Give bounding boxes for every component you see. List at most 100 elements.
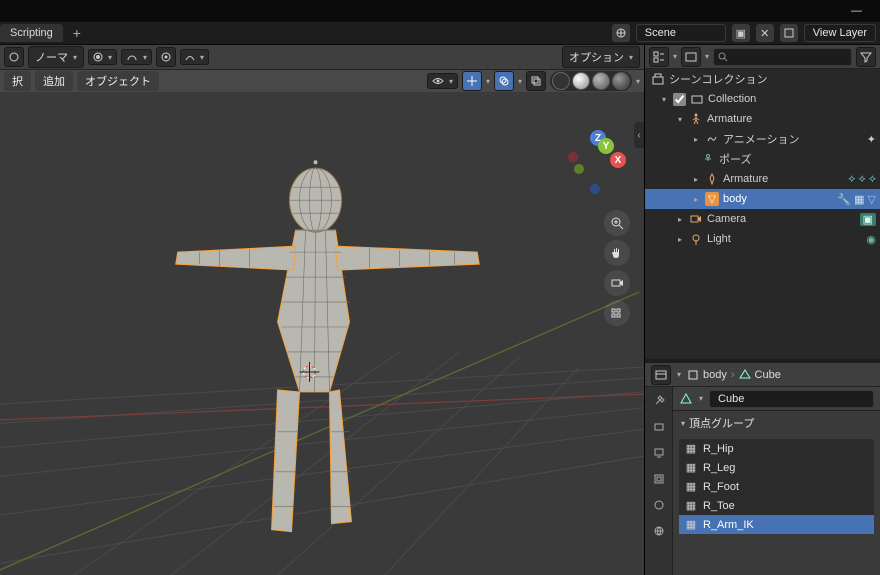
- viewport-canvas: [0, 92, 644, 575]
- mesh-data-icon[interactable]: ▽: [868, 193, 876, 206]
- options-dropdown[interactable]: オプション: [562, 46, 640, 68]
- action-icon[interactable]: ✦: [867, 133, 876, 146]
- gizmo-neg-y[interactable]: [574, 164, 584, 174]
- object-menu[interactable]: オブジェクト: [77, 71, 159, 91]
- mesh-data-icon: [679, 392, 693, 406]
- tree-label: シーンコレクション: [669, 71, 767, 87]
- tree-animation[interactable]: ▸ アニメーション ✦: [645, 129, 880, 149]
- pan-button[interactable]: [604, 240, 630, 266]
- editor-type-icon[interactable]: [4, 47, 24, 67]
- xray-toggle[interactable]: [526, 71, 546, 91]
- disclosure-icon[interactable]: ▸: [691, 195, 701, 204]
- vertex-group-icon: ▦: [685, 480, 697, 493]
- nav-gizmo[interactable]: Z Y X: [568, 130, 626, 188]
- minimize-button[interactable]: —: [843, 5, 870, 17]
- proportional-edit-button[interactable]: [156, 47, 176, 67]
- overlay-toggle[interactable]: [494, 71, 514, 91]
- tab-tool[interactable]: [649, 391, 669, 411]
- gizmo-x-axis[interactable]: X: [610, 152, 626, 168]
- viewlayer-name-field[interactable]: View Layer: [804, 24, 876, 42]
- tree-label: Collection: [708, 93, 756, 105]
- vertex-groups-icon[interactable]: ▦: [854, 193, 864, 206]
- breadcrumb-object[interactable]: body: [703, 369, 727, 381]
- shading-wireframe[interactable]: [552, 72, 570, 90]
- disclosure-icon[interactable]: ▸: [691, 135, 701, 144]
- add-menu[interactable]: 追加: [35, 71, 73, 91]
- tree-armature[interactable]: ▾ Armature: [645, 109, 880, 129]
- breadcrumb-data-icon: [739, 369, 751, 381]
- tree-body[interactable]: ▸ ▽ body 🔧 ▦ ▽: [645, 189, 880, 209]
- select-menu[interactable]: 択: [4, 71, 31, 91]
- vertex-group-item[interactable]: ▦R_Leg: [679, 458, 874, 477]
- bone-icon[interactable]: ⟡: [869, 173, 876, 186]
- tab-scene[interactable]: [649, 495, 669, 515]
- gizmo-neg-z[interactable]: [590, 184, 600, 194]
- camera-view-button[interactable]: [604, 270, 630, 296]
- outliner-display-icon[interactable]: [681, 47, 701, 67]
- outliner-filter-icon[interactable]: [856, 47, 876, 67]
- tree-pose[interactable]: ポーズ: [645, 149, 880, 169]
- tree-collection[interactable]: ▾ Collection: [645, 89, 880, 109]
- tree-label: Camera: [707, 213, 746, 225]
- tab-render[interactable]: [649, 417, 669, 437]
- pivot-dropdown[interactable]: [88, 49, 117, 65]
- light-data-icon[interactable]: ◉: [866, 233, 876, 246]
- orientation-dropdown[interactable]: ノーマ: [28, 46, 84, 68]
- disclosure-icon[interactable]: ▸: [691, 175, 701, 184]
- scene-controls: Scene ▣ ✕ View Layer: [612, 24, 876, 42]
- gizmo-y-axis[interactable]: Y: [598, 138, 614, 154]
- scene-name-field[interactable]: Scene: [636, 24, 726, 42]
- vertex-group-icon: ▦: [685, 461, 697, 474]
- disclosure-icon[interactable]: ▸: [675, 215, 685, 224]
- tab-viewlayer[interactable]: [649, 469, 669, 489]
- shading-rendered[interactable]: [612, 72, 630, 90]
- shading-mode-group: [550, 71, 632, 91]
- shading-matpreview[interactable]: [592, 72, 610, 90]
- armature-data-icon: [705, 172, 719, 186]
- bone-icon[interactable]: ⟡: [858, 173, 865, 186]
- mesh-name-field[interactable]: Cube: [709, 390, 874, 408]
- scene-delete-icon[interactable]: ✕: [756, 24, 774, 42]
- breadcrumb-object-icon: [687, 369, 699, 381]
- armature-icon: [689, 112, 703, 126]
- bone-icon[interactable]: ⟡: [848, 173, 855, 186]
- workspace-tab-scripting[interactable]: Scripting: [0, 24, 63, 42]
- disclosure-icon[interactable]: ▾: [675, 115, 685, 124]
- tree-scene-collection[interactable]: シーンコレクション: [645, 69, 880, 89]
- outliner-search-input[interactable]: [713, 48, 852, 66]
- workspace-add-button[interactable]: +: [67, 25, 87, 41]
- collection-checkbox[interactable]: [673, 93, 686, 106]
- vertex-group-item[interactable]: ▦R_Hip: [679, 439, 874, 458]
- visibility-dropdown[interactable]: [427, 73, 458, 89]
- tree-armature-data[interactable]: ▸ Armature ⟡ ⟡ ⟡: [645, 169, 880, 189]
- viewlayer-browse-icon[interactable]: [780, 24, 798, 42]
- camera-data-icon[interactable]: ▣: [860, 213, 876, 226]
- disclosure-icon[interactable]: ▾: [659, 95, 669, 104]
- proportional-falloff-dropdown[interactable]: [180, 49, 209, 65]
- tab-world[interactable]: [649, 521, 669, 541]
- scene-browse-icon[interactable]: [612, 24, 630, 42]
- scene-copy-icon[interactable]: ▣: [732, 24, 750, 42]
- snap-dropdown[interactable]: [121, 49, 152, 65]
- shading-solid[interactable]: [572, 72, 590, 90]
- perspective-toggle-button[interactable]: [604, 300, 630, 326]
- n-panel-toggle[interactable]: ‹: [634, 122, 644, 148]
- modifier-icon[interactable]: 🔧: [837, 193, 851, 206]
- tree-camera[interactable]: ▸ Camera ▣: [645, 209, 880, 229]
- view3d-viewport[interactable]: ‹ Z Y X: [0, 92, 644, 575]
- properties-type-icon[interactable]: [651, 365, 671, 385]
- gizmo-toggle[interactable]: [462, 71, 482, 91]
- vertex-groups-panel-header[interactable]: 頂点グループ: [673, 411, 880, 435]
- gizmo-neg-x[interactable]: [568, 152, 578, 162]
- tree-label: Armature: [707, 113, 752, 125]
- vertex-group-item[interactable]: ▦R_Arm_IK: [679, 515, 874, 534]
- outliner-mode-icon[interactable]: [649, 47, 669, 67]
- view3d-area: ノーマ オプション 択 追加: [0, 45, 645, 575]
- tab-output[interactable]: [649, 443, 669, 463]
- disclosure-icon[interactable]: ▸: [675, 235, 685, 244]
- zoom-button[interactable]: [604, 210, 630, 236]
- breadcrumb-data[interactable]: Cube: [755, 369, 781, 381]
- vertex-group-item[interactable]: ▦R_Foot: [679, 477, 874, 496]
- vertex-group-item[interactable]: ▦R_Toe: [679, 496, 874, 515]
- tree-light[interactable]: ▸ Light ◉: [645, 229, 880, 249]
